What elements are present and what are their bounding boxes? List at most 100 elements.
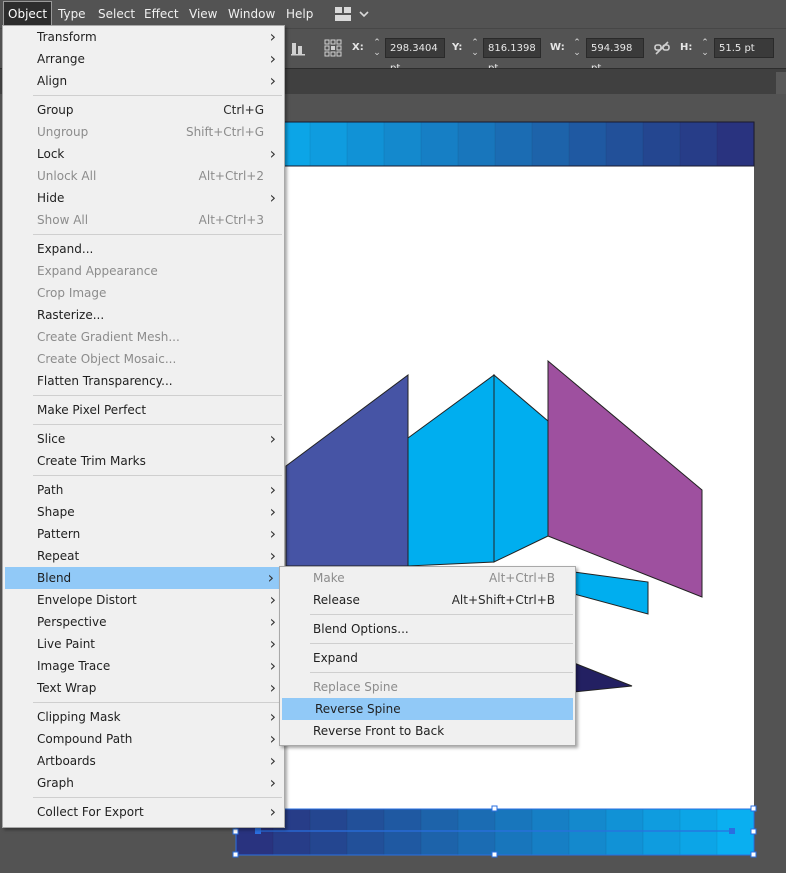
menu-item-perspective[interactable]: Perspective › <box>3 611 284 633</box>
menu-item-label: Collect For Export <box>37 805 144 819</box>
blend-step <box>494 808 533 856</box>
menu-item-transform[interactable]: Transform › <box>3 26 284 48</box>
submenu-chevron-icon: › <box>269 656 276 675</box>
menu-item-shape[interactable]: Shape › <box>3 501 284 523</box>
menu-separator <box>33 95 282 96</box>
menu-item-create-trim-marks[interactable]: Create Trim Marks <box>3 450 284 472</box>
menu-separator <box>33 702 282 703</box>
blend-step <box>605 121 644 167</box>
menu-item-label: Expand... <box>37 242 94 256</box>
menu-item-unlock-all: Unlock All Alt+Ctrl+2 <box>3 165 284 187</box>
menu-item-release[interactable]: Release Alt+Shift+Ctrl+B <box>280 589 575 611</box>
menu-item-expand[interactable]: Expand <box>280 647 575 669</box>
menu-item-envelope-distort[interactable]: Envelope Distort › <box>3 589 284 611</box>
menu-item-expand[interactable]: Expand... <box>3 238 284 260</box>
menu-separator <box>310 643 573 644</box>
blend-step <box>494 121 533 167</box>
menu-item-label: Flatten Transparency... <box>37 374 173 388</box>
menu-item-make-pixel-perfect[interactable]: Make Pixel Perfect <box>3 399 284 421</box>
submenu-chevron-icon: › <box>269 188 276 207</box>
menu-item-graph[interactable]: Graph › <box>3 772 284 794</box>
menu-item-label: Blend <box>37 571 72 585</box>
menu-item-label: Image Trace <box>37 659 111 673</box>
blend-step <box>679 121 718 167</box>
navy-triangle-shape[interactable] <box>573 662 633 693</box>
submenu-chevron-icon: › <box>269 678 276 697</box>
menu-item-compound-path[interactable]: Compound Path › <box>3 728 284 750</box>
menu-item-label: Graph <box>37 776 74 790</box>
cyan-right-face-shape[interactable] <box>493 373 549 563</box>
submenu-chevron-icon: › <box>269 634 276 653</box>
blend-submenu: Make Alt+Ctrl+B Release Alt+Shift+Ctrl+B Ble… <box>279 566 576 746</box>
blend-step <box>420 121 459 167</box>
menu-item-label: Blend Options... <box>313 622 409 636</box>
blend-step <box>457 121 496 167</box>
menu-item-reverse-front-to-back[interactable]: Reverse Front to Back <box>280 720 575 742</box>
menu-item-image-trace[interactable]: Image Trace › <box>3 655 284 677</box>
blend-step <box>420 808 459 856</box>
blend-step <box>716 808 755 856</box>
blend-step <box>383 121 422 167</box>
menu-item-repeat[interactable]: Repeat › <box>3 545 284 567</box>
cyan-base-shape[interactable] <box>573 571 649 615</box>
spine-anchor-start[interactable] <box>255 828 261 834</box>
blend-step <box>531 808 570 856</box>
menu-item-ungroup: Ungroup Shift+Ctrl+G <box>3 121 284 143</box>
indigo-panel-shape[interactable] <box>285 374 409 567</box>
submenu-chevron-icon: › <box>269 524 276 543</box>
menu-item-expand-appearance: Expand Appearance <box>3 260 284 282</box>
menu-item-rasterize[interactable]: Rasterize... <box>3 304 284 326</box>
menu-separator <box>33 424 282 425</box>
bottom-blend-strip[interactable] <box>235 808 755 856</box>
spine-anchor-end[interactable] <box>729 828 735 834</box>
menu-item-label: Crop Image <box>37 286 107 300</box>
menu-item-collect-for-export[interactable]: Collect For Export › <box>3 801 284 823</box>
menu-item-label: Arrange <box>37 52 85 66</box>
menu-item-group[interactable]: Group Ctrl+G <box>3 99 284 121</box>
purple-panel-shape[interactable] <box>547 359 703 598</box>
menu-item-label: Group <box>37 103 74 117</box>
menu-item-label: Text Wrap <box>37 681 97 695</box>
menu-item-arrange[interactable]: Arrange › <box>3 48 284 70</box>
menu-item-label: Lock <box>37 147 65 161</box>
menu-item-shortcut: Alt+Shift+Ctrl+B <box>451 593 555 607</box>
menu-item-align[interactable]: Align › <box>3 70 284 92</box>
menu-item-label: Transform <box>37 30 97 44</box>
menu-item-blend[interactable]: Blend › <box>5 567 282 589</box>
menu-item-blend-options[interactable]: Blend Options... <box>280 618 575 640</box>
menu-item-make: Make Alt+Ctrl+B <box>280 567 575 589</box>
blend-step <box>346 808 385 856</box>
submenu-chevron-icon: › <box>269 546 276 565</box>
top-blend-strip[interactable] <box>235 121 755 167</box>
menu-item-replace-spine: Replace Spine <box>280 676 575 698</box>
menu-item-lock[interactable]: Lock › <box>3 143 284 165</box>
menu-item-label: Replace Spine <box>313 680 398 694</box>
menu-item-clipping-mask[interactable]: Clipping Mask › <box>3 706 284 728</box>
menu-item-label: Create Gradient Mesh... <box>37 330 180 344</box>
menu-item-pattern[interactable]: Pattern › <box>3 523 284 545</box>
menu-item-label: Perspective <box>37 615 107 629</box>
submenu-chevron-icon: › <box>269 71 276 90</box>
menu-item-path[interactable]: Path › <box>3 479 284 501</box>
menu-separator <box>33 475 282 476</box>
menu-item-crop-image: Crop Image <box>3 282 284 304</box>
menu-item-text-wrap[interactable]: Text Wrap › <box>3 677 284 699</box>
menu-item-reverse-spine[interactable]: Reverse Spine <box>282 698 573 720</box>
menu-item-shortcut: Alt+Ctrl+2 <box>198 169 264 183</box>
menu-item-hide[interactable]: Hide › <box>3 187 284 209</box>
blend-step <box>642 808 681 856</box>
menu-item-slice[interactable]: Slice › <box>3 428 284 450</box>
submenu-chevron-icon: › <box>269 27 276 46</box>
submenu-chevron-icon: › <box>269 590 276 609</box>
blend-step <box>568 121 607 167</box>
menu-item-label: Envelope Distort <box>37 593 137 607</box>
cyan-left-face-shape[interactable] <box>407 374 495 567</box>
menu-item-flatten-transparency[interactable]: Flatten Transparency... <box>3 370 284 392</box>
menu-item-label: Shape <box>37 505 75 519</box>
menu-item-label: Make <box>313 571 345 585</box>
menu-item-live-paint[interactable]: Live Paint › <box>3 633 284 655</box>
menu-item-label: Reverse Front to Back <box>313 724 445 738</box>
menu-separator <box>310 672 573 673</box>
menu-item-artboards[interactable]: Artboards › <box>3 750 284 772</box>
blend-step <box>642 121 681 167</box>
